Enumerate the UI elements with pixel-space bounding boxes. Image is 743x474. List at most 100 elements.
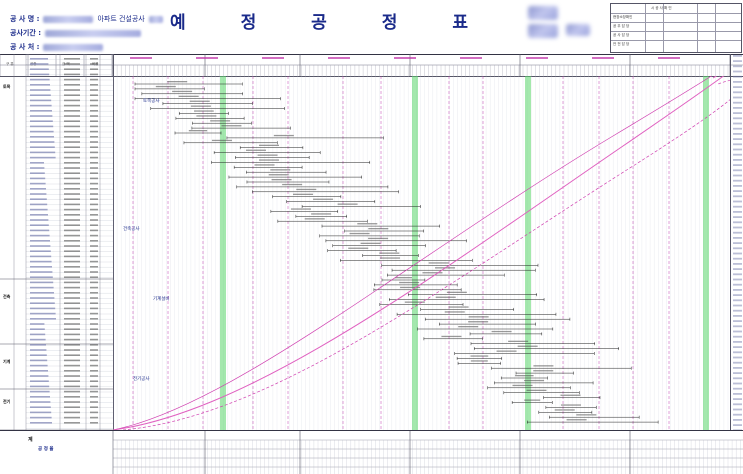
- milestone-marker: [394, 57, 416, 59]
- item-name: [30, 255, 52, 258]
- right-strip-entry: [733, 361, 742, 364]
- item-name: [30, 364, 48, 367]
- right-strip-entry: [733, 107, 742, 109]
- item-ratio: [90, 208, 98, 211]
- item-name: [30, 120, 53, 122]
- item-amount: [64, 84, 80, 86]
- item-amount: [64, 240, 80, 242]
- item-ratio: [90, 234, 98, 237]
- right-strip-entry: [733, 60, 742, 62]
- item-ratio: [90, 318, 98, 320]
- item-amount: [64, 292, 80, 294]
- item-name: [30, 224, 49, 226]
- item-name: [30, 156, 56, 159]
- item-ratio: [90, 292, 98, 294]
- project-period-row: 공사기간 :: [10, 28, 141, 38]
- right-strip-entry: [733, 294, 742, 296]
- activity-label: [296, 188, 317, 191]
- item-ratio: [90, 364, 98, 367]
- item-name: [30, 401, 51, 403]
- right-strip-entry: [733, 237, 742, 239]
- right-strip-entry: [733, 382, 742, 385]
- milestone-marker: [526, 57, 548, 59]
- item-amount: [64, 99, 80, 102]
- item-ratio: [90, 99, 98, 102]
- right-strip-entry: [733, 393, 742, 395]
- item-name: [30, 84, 50, 86]
- item-name: [30, 302, 55, 304]
- item-ratio: [90, 84, 98, 86]
- right-strip-entry: [733, 205, 742, 208]
- item-amount: [64, 375, 80, 377]
- green-band: [412, 76, 418, 430]
- item-ratio: [90, 68, 98, 70]
- right-strip-entry: [733, 289, 742, 291]
- item-ratio: [90, 255, 98, 258]
- right-strip-entry: [733, 138, 742, 140]
- item-amount: [64, 370, 80, 372]
- right-strip-entry: [733, 346, 742, 348]
- milestone-marker: [592, 57, 614, 59]
- item-amount: [64, 266, 80, 268]
- item-amount: [64, 229, 80, 232]
- item-ratio: [90, 338, 98, 341]
- item-name: [30, 411, 52, 414]
- item-name: [30, 375, 49, 377]
- item-name: [30, 125, 54, 128]
- activity-label: [458, 326, 479, 328]
- item-name: [30, 344, 46, 346]
- right-strip-entry: [733, 283, 742, 286]
- item-ratio: [90, 240, 98, 242]
- item-ratio: [90, 89, 98, 91]
- title-char: 공: [311, 13, 329, 33]
- item-ratio: [90, 73, 98, 76]
- milestone-marker: [130, 57, 152, 59]
- item-name: [30, 370, 48, 372]
- item-name: [30, 162, 44, 164]
- item-name: [30, 354, 47, 356]
- activity-label: [268, 174, 289, 176]
- item-ratio: [90, 422, 98, 424]
- activity-label: [313, 198, 334, 200]
- item-amount: [64, 193, 80, 195]
- item-ratio: [90, 151, 98, 154]
- item-ratio: [90, 344, 98, 346]
- item-amount: [64, 396, 80, 398]
- right-strip-grid: [733, 55, 742, 430]
- activity-label: [293, 193, 314, 195]
- activity-label: [560, 404, 581, 406]
- item-ratio: [90, 156, 98, 159]
- item-amount: [64, 110, 80, 112]
- item-amount: [64, 125, 80, 128]
- item-amount: [64, 78, 80, 81]
- item-amount: [64, 411, 80, 414]
- activity-label: [446, 291, 467, 293]
- activity-label: [524, 399, 541, 401]
- right-strip-entry: [733, 268, 742, 270]
- activity-label: [273, 134, 294, 137]
- activity-label: [245, 149, 266, 151]
- right-strip-entry: [733, 413, 742, 416]
- item-ratio: [90, 333, 98, 336]
- item-ratio: [90, 401, 98, 403]
- item-ratio: [90, 115, 98, 117]
- item-amount: [64, 130, 80, 133]
- progress-s-curve: [113, 76, 713, 430]
- item-name: [30, 416, 52, 419]
- right-strip-entry: [733, 216, 742, 218]
- gantt-chart: 토목공사 건축공사 기계설비 전기공사: [113, 76, 730, 430]
- right-strip-entry: [733, 252, 742, 255]
- item-ratio: [90, 120, 98, 122]
- work-item-table: 토목 건축 기계 전기 계: [0, 54, 114, 443]
- item-amount: [64, 203, 80, 206]
- item-ratio: [90, 266, 98, 268]
- item-name: [30, 73, 50, 76]
- activity-label: [368, 237, 389, 240]
- item-amount: [64, 156, 80, 159]
- activity-label: [576, 414, 597, 416]
- right-strip-entry: [733, 273, 742, 276]
- right-strip-entry: [733, 190, 742, 192]
- item-amount: [64, 364, 80, 367]
- activity-label: [211, 139, 232, 142]
- item-name: [30, 193, 47, 195]
